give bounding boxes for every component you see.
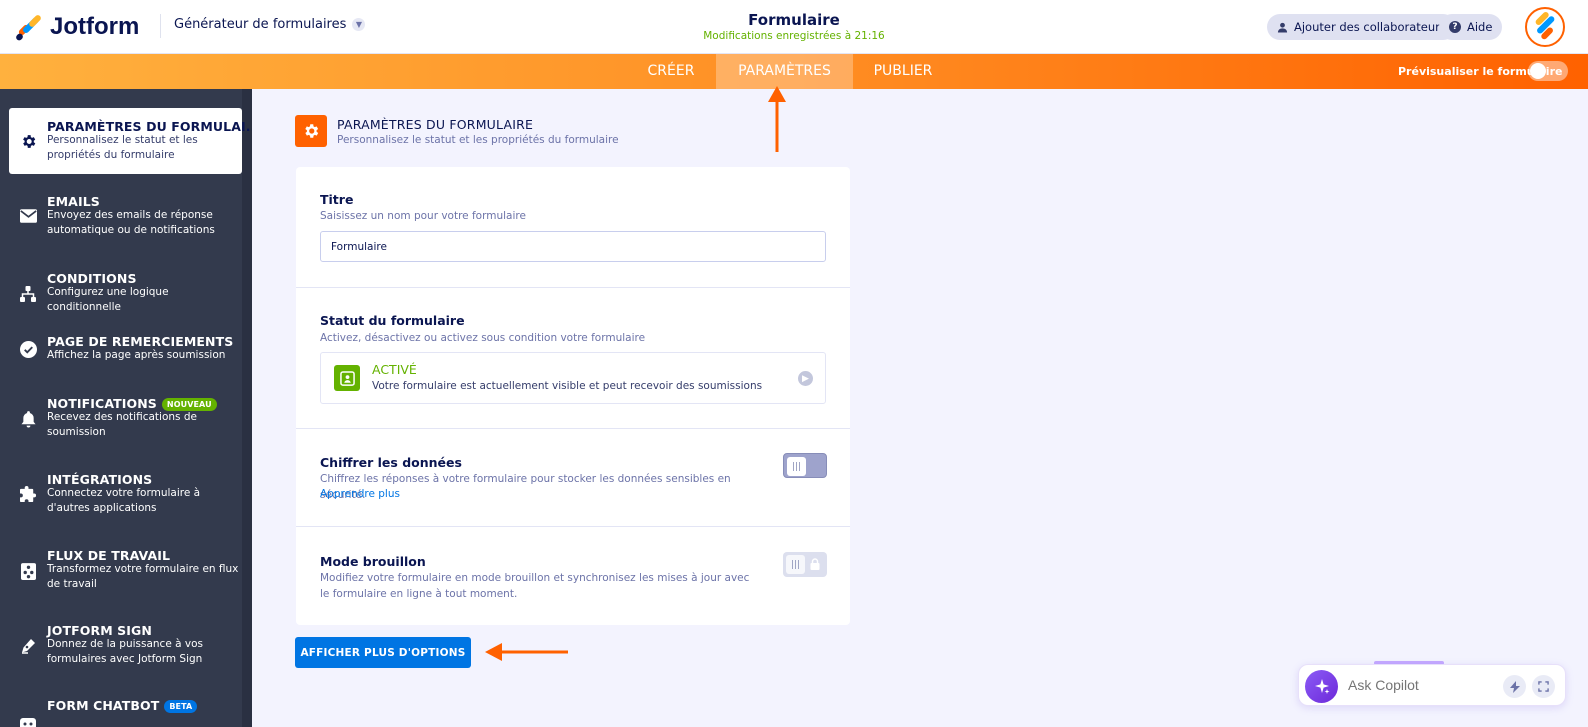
preview-toggle-knob (1530, 63, 1546, 79)
sidebar-item-desc: Affichez la page après soumission (47, 349, 226, 361)
sidebar-item-title: EMAILS (47, 194, 100, 209)
sidebar-item-desc: Envoyez des emails de réponse automatiqu… (47, 209, 215, 236)
status-hint: Activez, désactivez ou activez sous cond… (320, 332, 646, 344)
sidebar-item-desc: Donnez de la puissance à vos formulaires… (47, 638, 203, 665)
card-divider (296, 428, 850, 429)
add-collaborators-button[interactable]: Ajouter des collaborateurs (1267, 14, 1456, 40)
tab-creer[interactable]: CRÉER (626, 54, 716, 89)
workflow-icon (19, 562, 37, 580)
show-more-options-button[interactable]: AFFICHER PLUS D'OPTIONS (295, 637, 471, 668)
lock-icon (810, 558, 820, 570)
toggle-knob (787, 457, 806, 476)
add-collaborators-label: Ajouter des collaborateurs (1294, 20, 1446, 34)
chatbot-icon (19, 715, 37, 727)
sidebar-item-title-text: FORM CHATBOT (47, 698, 160, 713)
section-subtitle: Personnalisez le statut et les propriété… (337, 134, 619, 146)
form-status-selector[interactable]: ACTIVÉ Votre formulaire est actuellement… (320, 352, 826, 404)
gear-icon (19, 132, 37, 150)
sparkle-icon (1305, 670, 1338, 703)
gear-icon (295, 115, 327, 147)
section-title: PARAMÈTRES DU FORMULAIRE (337, 117, 534, 132)
learn-more-link[interactable]: Apprendre plus (320, 488, 400, 500)
help-label: Aide (1467, 20, 1493, 34)
sidebar-item-notifications[interactable]: NOTIFICATIONS NOUVEAU Recevez des notific… (9, 392, 242, 446)
sidebar-item-title: CONDITIONS (47, 271, 137, 286)
title-hint: Saisissez un nom pour votre formulaire (320, 210, 526, 222)
status-label: Statut du formulaire (320, 313, 465, 328)
annotation-arrow-up-icon (768, 86, 786, 152)
annotation-arrow-left-icon (485, 643, 568, 661)
card-divider (296, 287, 850, 288)
bell-icon (19, 410, 37, 428)
sidebar-item-title: PAGE DE REMERCIEMENTS (47, 334, 234, 349)
sidebar-item-title: INTÉGRATIONS (47, 472, 153, 487)
sidebar-item-thank-you-page[interactable]: PAGE DE REMERCIEMENTS Affichez la page a… (9, 329, 242, 369)
encrypt-label: Chiffrer les données (320, 455, 462, 470)
help-button[interactable]: ? Aide (1439, 14, 1503, 40)
sidebar-item-desc: Configurez une logique conditionnelle (47, 286, 169, 313)
sidebar-item-form-settings[interactable]: PARAMÈTRES DU FORMULAI... Personnalisez … (9, 108, 252, 174)
title-label: Titre (320, 192, 354, 207)
sidebar-item-title-text: NOTIFICATIONS (47, 396, 157, 411)
status-name: ACTIVÉ (372, 362, 417, 377)
title-input[interactable] (320, 231, 826, 262)
tab-publier[interactable]: PUBLIER (853, 54, 953, 89)
sidebar-item-emails[interactable]: EMAILS Envoyez des emails de réponse aut… (9, 189, 242, 245)
expand-icon[interactable] (1532, 675, 1555, 698)
draft-hint: Modifiez votre formulaire en mode brouil… (320, 572, 750, 600)
user-icon (1277, 22, 1288, 33)
pen-icon (19, 637, 37, 655)
sidebar-item-integrations[interactable]: INTÉGRATIONS Connectez votre formulaire … (9, 468, 242, 522)
sidebar-scrollbar[interactable] (242, 89, 252, 727)
sitemap-icon (19, 285, 37, 303)
draft-label: Mode brouillon (320, 554, 426, 569)
sidebar-item-title: JOTFORM SIGN (47, 623, 152, 638)
sidebar-item-workflows[interactable]: FLUX DE TRAVAIL Transformez votre formul… (9, 544, 242, 598)
sidebar-item-desc: Personnalisez le statut et les propriété… (47, 134, 198, 161)
draft-mode-toggle[interactable] (783, 552, 827, 577)
sidebar-item-form-chatbot[interactable]: FORM CHATBOT BETA (9, 695, 242, 727)
sidebar-item-jotform-sign[interactable]: JOTFORM SIGN Donnez de la puissance à vo… (9, 620, 242, 674)
sidebar-item-desc: Transformez votre formulaire en flux de … (47, 563, 239, 590)
sidebar-item-desc: Connectez votre formulaire à d'autres ap… (47, 487, 201, 514)
toggle-knob (786, 555, 805, 574)
encrypt-toggle[interactable] (783, 453, 827, 478)
lightning-icon[interactable] (1503, 675, 1526, 698)
status-description: Votre formulaire est actuellement visibl… (372, 380, 763, 392)
preview-toggle[interactable] (1528, 61, 1568, 81)
top-header: Jotform Générateur de formulaires ▼ Form… (0, 0, 1588, 54)
sidebar-item-title: PARAMÈTRES DU FORMULAI... (47, 119, 252, 134)
sidebar-item-title: NOTIFICATIONS NOUVEAU (47, 396, 217, 411)
active-form-icon (334, 365, 360, 391)
sidebar-item-conditions[interactable]: CONDITIONS Configurez une logique condit… (9, 267, 242, 313)
main-nav-bar: CRÉER PARAMÈTRES PUBLIER Prévisualiser l… (0, 54, 1588, 89)
settings-sidebar: PARAMÈTRES DU FORMULAI... Personnalisez … (0, 89, 252, 727)
ask-copilot-bar[interactable] (1298, 664, 1566, 706)
avatar[interactable] (1525, 7, 1565, 47)
check-circle-icon (19, 340, 37, 358)
puzzle-icon (19, 485, 37, 503)
sidebar-item-title: FORM CHATBOT BETA (47, 698, 198, 713)
sidebar-item-title: FLUX DE TRAVAIL (47, 548, 171, 563)
beta-badge: BETA (164, 700, 198, 713)
sidebar-item-desc: Recevez des notifications de soumission (47, 411, 197, 438)
copilot-input[interactable] (1348, 677, 1488, 693)
envelope-icon (19, 207, 37, 225)
chevron-right-icon: ▶ (798, 371, 813, 386)
card-divider (296, 526, 850, 527)
avatar-logo-icon (1535, 11, 1555, 40)
question-icon: ? (1449, 21, 1461, 33)
